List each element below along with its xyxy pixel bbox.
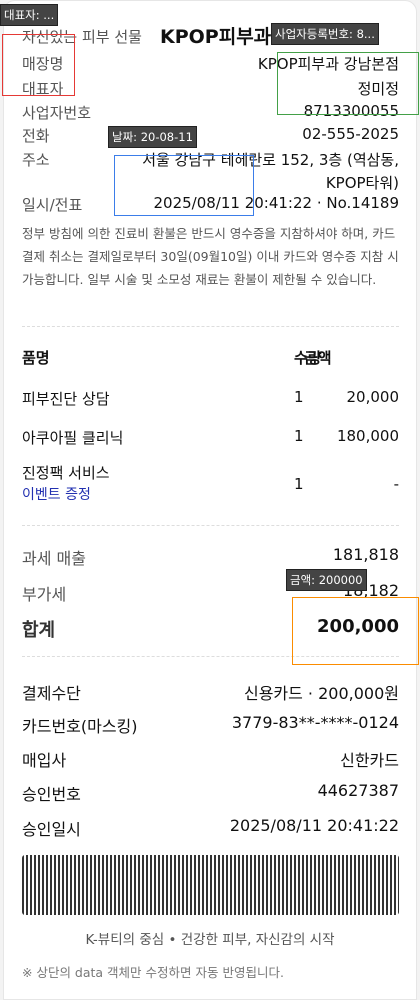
- item-amount: 20,000: [346, 388, 400, 406]
- label: 주소: [22, 151, 50, 169]
- taxable-row: 과세 매출 181,818: [22, 545, 399, 569]
- footer-note: ※ 상단의 data 객체만 수정하면 자동 반영됩니다.: [22, 965, 284, 980]
- item-name: 아쿠아필 클리닉: [22, 429, 124, 447]
- item-name: 진정팩 서비스: [22, 464, 110, 482]
- value: 2025/08/11 20:41:22: [229, 816, 399, 835]
- address-line-2: KPOP타워): [325, 174, 399, 192]
- phone-row: 전화 02-555-2025: [22, 125, 399, 146]
- payment-row: 카드번호(마스킹) 3779-83**-****-0124: [22, 713, 399, 737]
- col-amount: 금액: [304, 349, 332, 367]
- item-qty: 1: [294, 475, 304, 493]
- label: 승인번호: [22, 785, 81, 804]
- item-qty: 1: [294, 388, 304, 406]
- value: 3779-83**-****-0124: [231, 713, 399, 732]
- annotation-box-amount: [292, 597, 419, 665]
- label: 승인일시: [22, 820, 81, 839]
- payment-row: 승인번호 44627387: [22, 781, 399, 805]
- label: 전화: [22, 127, 50, 145]
- barcode: [22, 855, 399, 915]
- brand-title: KPOP피부과: [160, 26, 272, 48]
- label: 카드번호(마스킹): [22, 717, 138, 736]
- label: 합계: [22, 620, 56, 641]
- value: 44627387: [317, 781, 399, 800]
- label: 매입사: [22, 751, 67, 770]
- divider: [22, 525, 399, 526]
- payment-row: 결제수단 신용카드 · 200,000원: [22, 680, 399, 704]
- annotation-tag-owner: 대표자: ...: [0, 4, 59, 26]
- item-sub-label: 이벤트 증정: [22, 487, 91, 503]
- label: 부가세: [22, 585, 67, 604]
- value: 신한카드: [340, 751, 399, 770]
- value: 신용카드 · 200,000원: [243, 684, 399, 703]
- annotation-tag-business-number: 사업자등록번호: 8...: [271, 23, 379, 45]
- payment-row: 승인일시 2025/08/11 20:41:22: [22, 816, 399, 840]
- label: 일시/전표: [22, 196, 83, 214]
- payment-row: 매입사 신한카드: [22, 747, 399, 771]
- label: 결제수단: [22, 684, 81, 703]
- divider: [22, 326, 399, 327]
- value: 181,818: [332, 545, 399, 564]
- value: 02-555-2025: [302, 125, 399, 143]
- item-name: 피부진단 상담: [22, 390, 110, 408]
- item-amount: 180,000: [336, 427, 399, 445]
- item-amount: -: [393, 475, 399, 493]
- refund-notice: 정부 방침에 의한 진료비 환불은 반드시 영수증을 지참하셔야 하며, 카드 …: [22, 226, 399, 287]
- annotation-tag-amount: 금액: 200000: [286, 569, 367, 591]
- item-qty: 1: [294, 427, 304, 445]
- col-name: 품명: [22, 349, 50, 367]
- annotation-tag-date: 날짜: 20-08-11: [108, 126, 197, 148]
- annotation-box-date: [114, 155, 254, 216]
- label: 사업자번호: [22, 104, 92, 122]
- annotation-box-business-number: [277, 52, 419, 115]
- label: 과세 매출: [22, 549, 86, 568]
- footer-slogan: K-뷰티의 중심 • 건강한 피부, 자신감의 시작: [85, 932, 335, 948]
- annotation-box-owner: [2, 34, 75, 96]
